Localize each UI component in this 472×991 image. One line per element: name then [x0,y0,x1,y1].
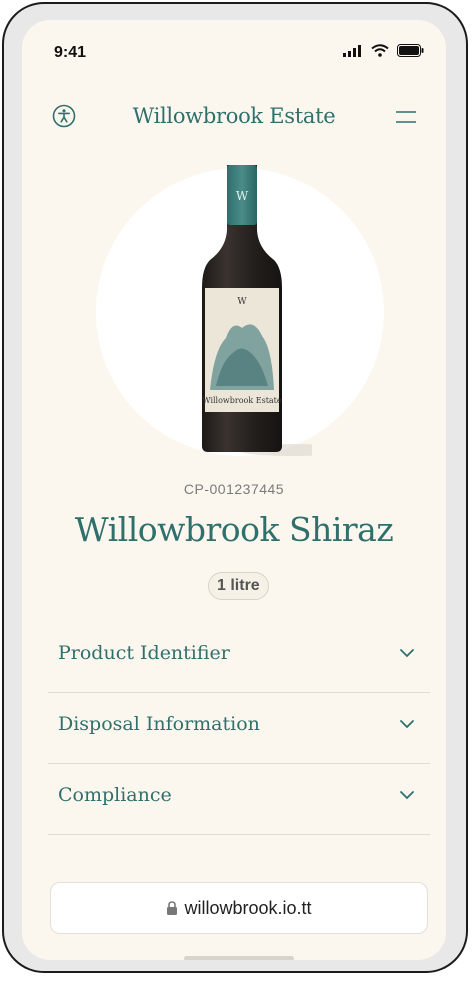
signal-icon [343,44,361,57]
browser-url-bar[interactable]: willowbrook.io.tt [50,882,428,934]
menu-icon[interactable] [394,108,418,126]
accordion-disposal-information[interactable]: Disposal Information [48,693,430,764]
status-icons [343,44,424,57]
battery-icon [397,44,424,57]
svg-text:W: W [237,297,247,307]
brand-title: Willowbrook Estate [132,104,336,128]
product-name: Willowbrook Shiraz [74,510,394,549]
accordion-product-identifier[interactable]: Product Identifier [48,622,430,693]
volume-badge: 1 litre [208,572,269,600]
url-text: willowbrook.io.tt [184,897,312,918]
svg-text:W: W [236,189,249,203]
chevron-down-icon[interactable] [398,644,416,662]
accordion-label: Product Identifier [58,642,230,664]
accordion-label: Disposal Information [58,713,260,735]
svg-text:Willowbrook Estate: Willowbrook Estate [202,396,282,405]
app-header: Willowbrook Estate [22,100,446,134]
wifi-icon [371,44,389,57]
lock-icon [167,900,178,915]
screen: 9:41 Willowbrook Estate W W Willowbrook … [22,20,446,960]
chevron-down-icon[interactable] [398,715,416,733]
product-sku: CP-001237445 [183,481,285,497]
status-bar: 9:41 [22,20,446,70]
accordion-label: Compliance [58,784,172,806]
phone-frame: 9:41 Willowbrook Estate W W Willowbrook … [2,2,468,973]
accordion-compliance[interactable]: Compliance [48,764,430,835]
wine-bottle-image: W W Willowbrook Estate [202,165,312,456]
status-time: 9:41 [54,44,87,61]
chevron-down-icon[interactable] [398,786,416,804]
home-indicator[interactable] [184,956,294,960]
product-info-accordion: Product Identifier Disposal Information … [48,622,430,835]
